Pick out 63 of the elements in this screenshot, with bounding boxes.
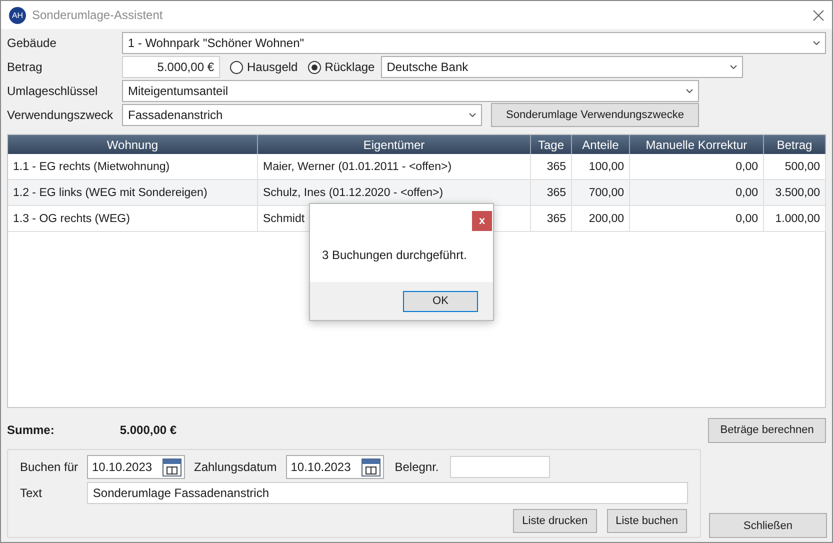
- field-label: Text: [20, 486, 44, 500]
- building-select[interactable]: 1 - Wohnpark "Schöner Wohnen": [122, 32, 826, 54]
- date-field[interactable]: 10.10.2023: [286, 455, 384, 480]
- radio-label: Hausgeld: [247, 60, 298, 74]
- calendar-icon[interactable]: [162, 457, 182, 478]
- text-field[interactable]: Sonderumlage Fassadenanstrich: [86, 482, 688, 504]
- table-cell: 365: [531, 154, 572, 180]
- table-cell: Schulz, Ines (01.12.2020 - <offen>): [258, 180, 531, 206]
- list-button[interactable]: Liste buchen: [606, 509, 687, 533]
- column-header[interactable]: Anteile: [572, 135, 630, 154]
- table-cell: 100,00: [572, 154, 630, 180]
- radio-label: Rücklage: [324, 60, 375, 74]
- table-cell: 200,00: [572, 206, 630, 232]
- bank-select[interactable]: Deutsche Bank: [380, 56, 743, 78]
- table-cell: 1.3 - OG rechts (WEG): [8, 206, 258, 232]
- table-cell: Maier, Werner (01.01.2011 - <offen>): [258, 154, 531, 180]
- dialog-close-button[interactable]: x: [472, 211, 492, 231]
- table-cell: 3.500,00: [764, 180, 826, 206]
- ok-button[interactable]: OK: [403, 290, 478, 312]
- purpose-select[interactable]: Fassadenanstrich: [122, 104, 482, 126]
- caret-icon: [813, 41, 820, 45]
- app-logo: AH: [9, 6, 26, 24]
- table-cell: 365: [531, 180, 572, 206]
- table-cell: 0,00: [630, 206, 764, 232]
- column-header[interactable]: Eigentümer: [258, 135, 531, 154]
- table-cell: 1.000,00: [764, 206, 826, 232]
- column-header[interactable]: Tage: [531, 135, 572, 154]
- calendar-icon[interactable]: [360, 457, 381, 478]
- radio-button[interactable]: [308, 60, 321, 74]
- table-cell: 365: [531, 206, 572, 232]
- table-cell: 1.1 - EG rechts (Mietwohnung): [8, 154, 258, 180]
- close-button[interactable]: Schließen: [709, 513, 827, 538]
- sum-value: 5.000,00 €: [120, 423, 178, 437]
- caret-icon: [686, 89, 693, 93]
- allocation-key-select[interactable]: Miteigentumsanteil: [122, 80, 699, 102]
- column-header[interactable]: Betrag: [764, 135, 826, 154]
- field-label: Verwendungszweck: [7, 108, 114, 122]
- receipt-number-field[interactable]: [450, 456, 550, 478]
- field-label: Umlageschlüssel: [7, 84, 99, 98]
- window-title: Sonderumlage-Assistent: [32, 8, 164, 22]
- field-label: Zahlungsdatum: [194, 460, 277, 474]
- caret-icon: [730, 65, 737, 69]
- table-cell: 1.2 - EG links (WEG mit Sondereigen): [8, 180, 258, 206]
- table-cell: 700,00: [572, 180, 630, 206]
- field-label: Buchen für: [20, 460, 80, 474]
- caret-icon: [469, 113, 476, 117]
- close-icon[interactable]: [813, 10, 824, 20]
- amount-field[interactable]: 5.000,00 €: [122, 56, 220, 78]
- field-label: Belegnr.: [394, 460, 439, 474]
- sum-label: Summe:: [7, 423, 56, 437]
- radio-button[interactable]: [230, 60, 243, 74]
- purpose-button[interactable]: Sonderumlage Verwendungszwecke: [491, 103, 699, 127]
- calculate-button[interactable]: Beträge berechnen: [708, 418, 826, 442]
- date-field[interactable]: 10.10.2023: [87, 455, 185, 480]
- column-header[interactable]: Manuelle Korrektur: [630, 135, 764, 154]
- column-header[interactable]: Wohnung: [8, 135, 258, 154]
- table-cell: 0,00: [630, 154, 764, 180]
- table-cell: 500,00: [764, 154, 826, 180]
- field-label: Betrag: [7, 60, 44, 74]
- list-button[interactable]: Liste drucken: [513, 509, 597, 533]
- field-label: Gebäude: [7, 36, 58, 50]
- table-cell: 0,00: [630, 180, 764, 206]
- dialog-message: 3 Buchungen durchgeführt.: [322, 248, 468, 264]
